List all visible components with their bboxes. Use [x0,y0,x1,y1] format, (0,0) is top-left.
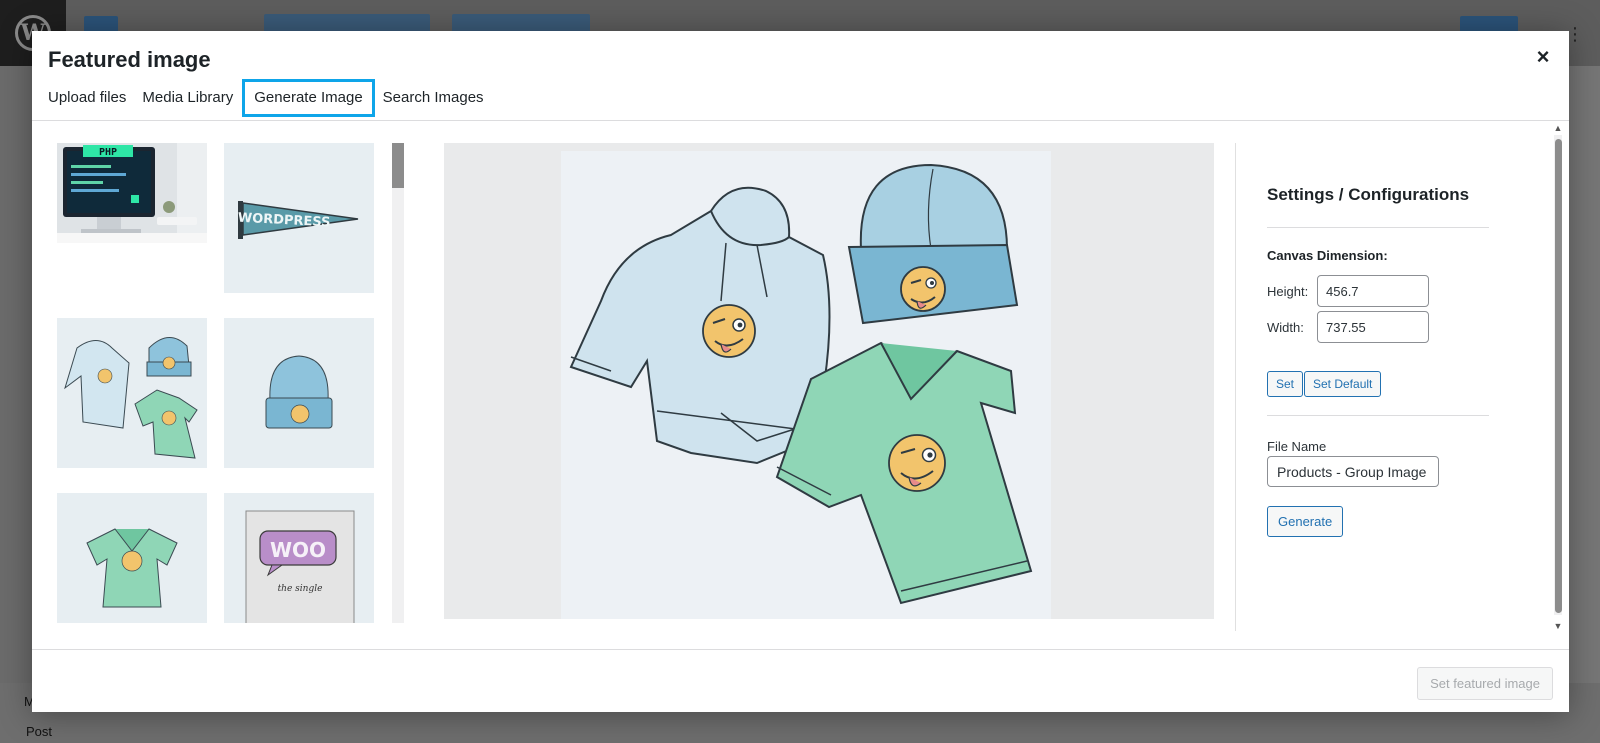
modal-tabs: Upload files Media Library Generate Imag… [48,79,500,117]
width-label: Width: [1267,320,1304,335]
canvas-dimension-label: Canvas Dimension: [1267,248,1388,263]
tab-media-library[interactable]: Media Library [142,79,233,117]
thumbnail-tshirt[interactable] [57,493,207,623]
settings-separator [1267,415,1489,416]
editor-sidebar [1568,66,1600,686]
file-name-input[interactable] [1267,456,1439,487]
close-icon[interactable]: × [1531,45,1555,69]
thumb-woo-sub: the single [278,584,323,594]
editor-post-label: Post [26,724,53,739]
scroll-up-arrow-icon[interactable]: ▲ [1551,121,1565,135]
tab-upload-files[interactable]: Upload files [48,79,126,117]
featured-image-modal: Featured image × Upload files Media Libr… [32,31,1569,712]
modal-title: Featured image [48,47,211,72]
generate-button[interactable]: Generate [1267,506,1344,537]
tab-generate-image[interactable]: Generate Image [242,79,375,117]
modal-scrollbar[interactable] [1555,139,1562,613]
settings-title: Settings / Configurations [1267,185,1470,204]
height-label: Height: [1267,284,1309,299]
generated-image-preview [444,143,1214,619]
footer-divider [32,649,1569,650]
set-default-button[interactable]: Set Default [1304,371,1382,397]
media-thumbnail-grid: PHP WORDPRESS WOO the single [57,143,387,623]
thumbnail-scroll-track[interactable] [392,143,404,623]
thumbnail-scrollbar[interactable] [392,143,404,188]
thumbnail-wordpress-pennant[interactable]: WORDPRESS [224,143,374,293]
set-button[interactable]: Set [1267,371,1304,397]
tab-search-images[interactable]: Search Images [383,79,484,117]
settings-separator [1267,227,1489,228]
thumbnail-beanie[interactable] [224,318,374,468]
thumbnail-php-desktop[interactable]: PHP [57,143,207,243]
file-name-label: File Name [1267,439,1327,454]
settings-divider [1235,143,1236,631]
thumbnail-woo-single[interactable]: WOO the single [224,493,374,623]
set-featured-image-button[interactable]: Set featured image [1417,667,1553,700]
height-input[interactable] [1317,275,1429,307]
scroll-down-arrow-icon[interactable]: ▼ [1551,619,1565,633]
width-input[interactable] [1317,311,1429,343]
thumbnail-product-group[interactable] [57,318,207,468]
generate-image-panel: PHP WORDPRESS WOO the single Settings / … [32,121,1569,681]
preview-image [561,151,1051,619]
thumb-php-text: PHP [99,147,117,158]
thumb-woo-text: WOO [270,538,326,562]
